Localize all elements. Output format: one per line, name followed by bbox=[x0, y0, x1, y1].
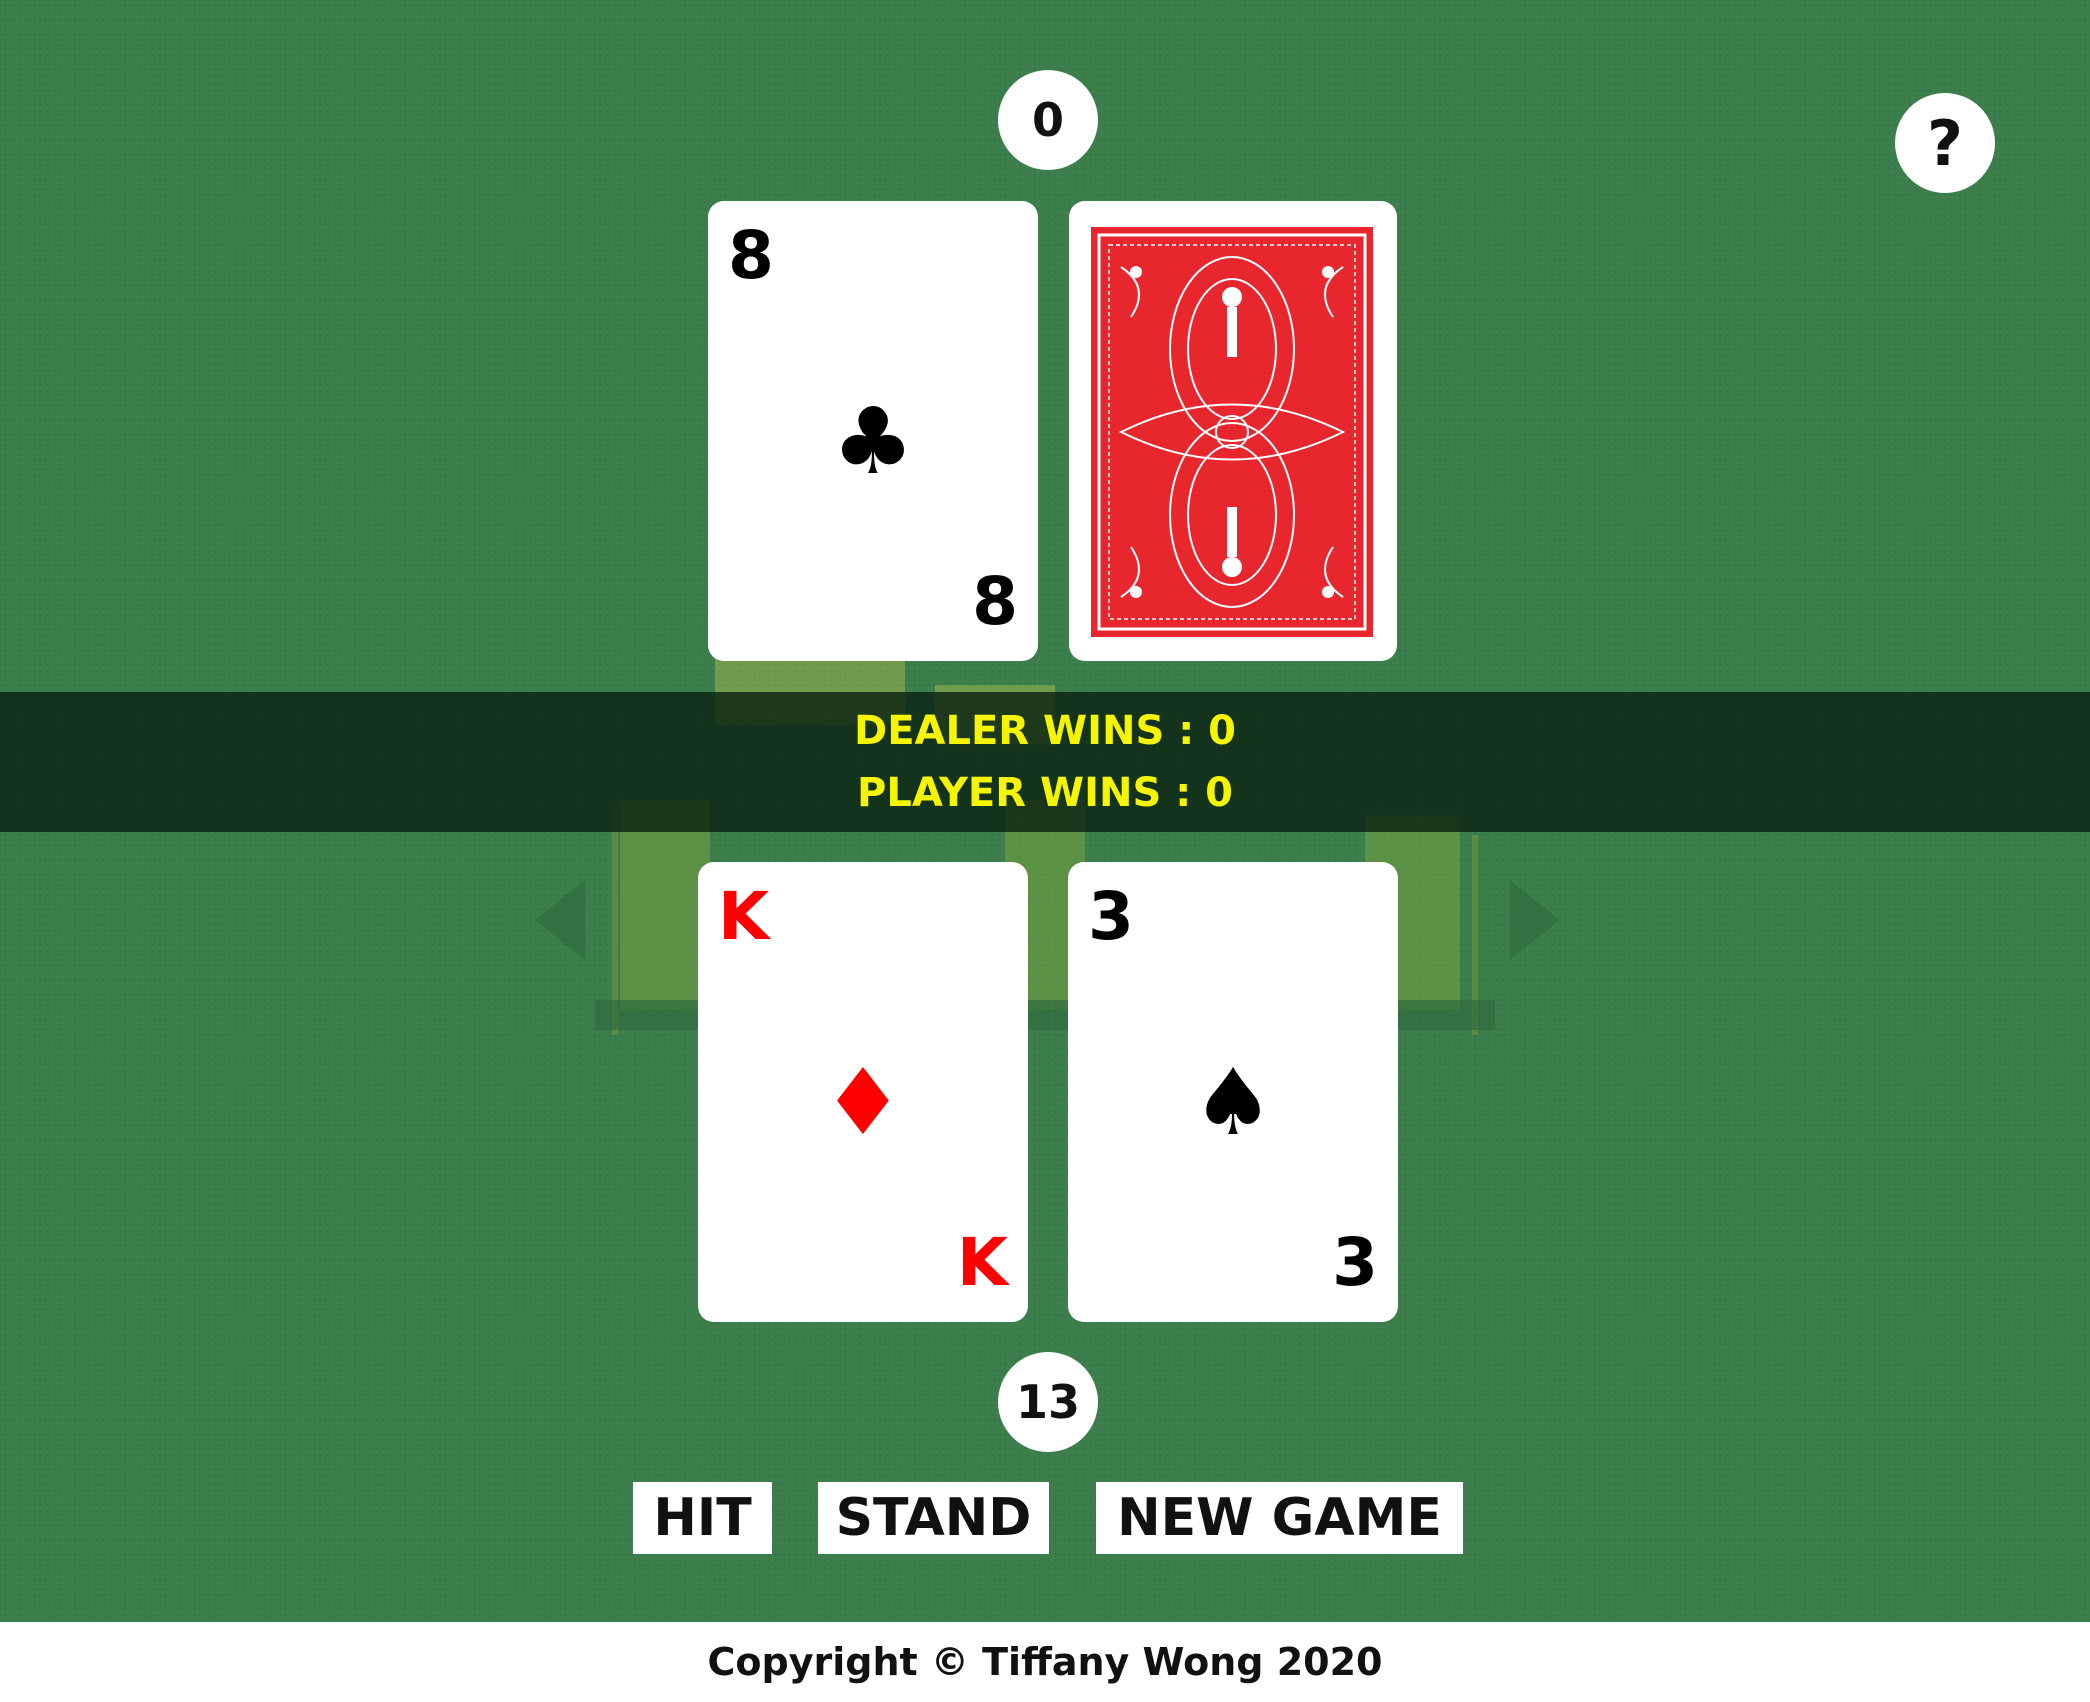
help-button[interactable]: ? bbox=[1895, 93, 1995, 193]
diamonds-icon: ♦ bbox=[821, 1049, 905, 1156]
game-controls: HIT STAND NEW GAME bbox=[0, 1482, 2090, 1554]
spades-icon: ♠ bbox=[1191, 1049, 1275, 1156]
dealer-card-1: 8 ♣ 8 bbox=[708, 201, 1038, 661]
game-table: 0 ? 8 ♣ 8 DEALER WINS: 0 PLAYER WINS: … bbox=[0, 0, 2090, 1622]
footer: Copyright © Tiffany Wong 2020 bbox=[0, 1622, 2090, 1702]
player-score: 13 bbox=[998, 1352, 1098, 1452]
card-back-pattern-icon bbox=[1091, 227, 1373, 637]
new-game-button[interactable]: NEW GAME bbox=[1096, 1482, 1463, 1554]
player-card-2: 3 ♠ 3 bbox=[1068, 862, 1398, 1322]
card-rank-top: K bbox=[718, 878, 770, 955]
copyright-text: Copyright © Tiffany Wong 2020 bbox=[707, 1640, 1383, 1684]
dealer-score: 0 bbox=[998, 70, 1098, 170]
card-rank-top: 3 bbox=[1088, 878, 1134, 955]
dealer-wins-count: DEALER WINS : 0 bbox=[854, 708, 1236, 754]
player-wins-count: PLAYER WINS : 0 bbox=[857, 770, 1233, 816]
hit-button[interactable]: HIT bbox=[633, 1482, 772, 1554]
scoreboard-banner: DEALER WINS : 0 PLAYER WINS : 0 bbox=[0, 692, 2090, 832]
player-card-1: K ♦ K bbox=[698, 862, 1028, 1322]
card-rank-bottom: 8 bbox=[972, 563, 1018, 640]
dealer-card-2-face-down bbox=[1069, 201, 1397, 661]
card-rank-top: 8 bbox=[728, 217, 774, 294]
card-rank-bottom: K bbox=[956, 1224, 1008, 1301]
card-rank-bottom: 3 bbox=[1332, 1224, 1378, 1301]
clubs-icon: ♣ bbox=[831, 388, 915, 495]
stand-button[interactable]: STAND bbox=[818, 1482, 1049, 1554]
